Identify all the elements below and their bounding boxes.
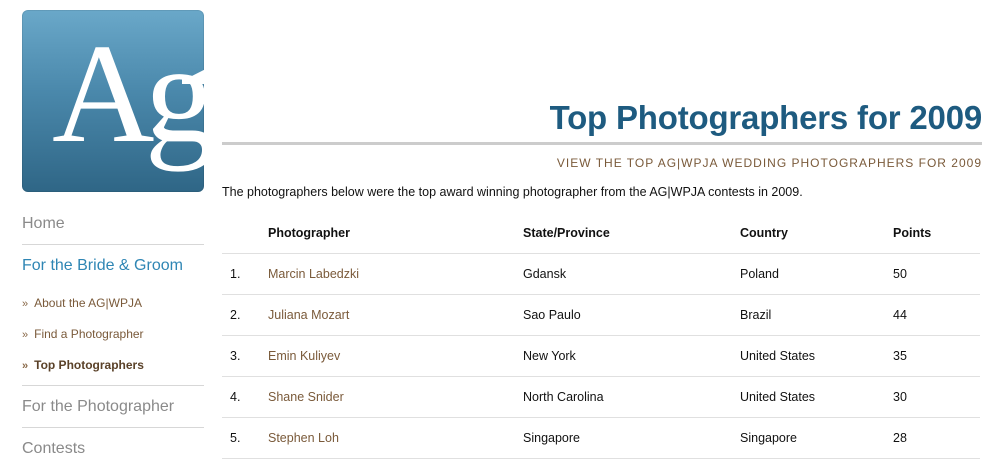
photographer-link[interactable]: Emin Kuliyev	[268, 349, 340, 363]
header-photographer: Photographer	[268, 213, 523, 254]
rank-cell: 1.	[222, 253, 268, 295]
page-title: Top Photographers for 2009	[549, 99, 983, 136]
points-cell: 50	[893, 253, 980, 295]
subnav-top-label: Top Photographers	[34, 358, 144, 372]
photographer-link[interactable]: Marcin Labedzki	[268, 267, 359, 281]
sidebar-nav: Home For the Bride & Groom » About the AG…	[22, 203, 204, 469]
state-cell: Sao Paulo	[523, 294, 740, 336]
subnav-find-photographer[interactable]: » Find a Photographer	[22, 319, 204, 350]
chevron-right-icon: »	[22, 329, 29, 341]
photographer-link[interactable]: Juliana Mozart	[268, 308, 349, 322]
photographer-cell: Emin Kuliyev	[268, 335, 523, 377]
table-row: 3. Emin Kuliyev New York United States 3…	[222, 335, 980, 377]
photographer-link[interactable]: Shane Snider	[268, 390, 344, 404]
points-cell: 28	[893, 417, 980, 459]
title-divider	[222, 142, 982, 145]
nav-bride-groom[interactable]: For the Bride & Groom	[22, 245, 204, 286]
points-cell: 35	[893, 335, 980, 377]
top-photographers-table: Photographer State/Province Country Poin…	[222, 213, 980, 459]
rank-cell: 3.	[222, 335, 268, 377]
country-cell: United States	[740, 335, 893, 377]
header-rank	[222, 213, 268, 254]
points-cell: 30	[893, 376, 980, 418]
photographer-cell: Shane Snider	[268, 376, 523, 418]
rank-cell: 2.	[222, 294, 268, 336]
table-row: 2. Juliana Mozart Sao Paulo Brazil 44	[222, 294, 980, 336]
points-cell: 44	[893, 294, 980, 336]
logo-bar-decoration	[182, 76, 204, 84]
country-cell: United States	[740, 376, 893, 418]
table-row: 4. Shane Snider North Carolina United St…	[222, 376, 980, 418]
nav-contests[interactable]: Contests	[22, 428, 204, 469]
subnav-about-label: About the AG|WPJA	[34, 296, 142, 310]
country-cell: Poland	[740, 253, 893, 295]
nav-home[interactable]: Home	[22, 203, 204, 245]
header-state: State/Province	[523, 213, 740, 254]
table-header-row: Photographer State/Province Country Poin…	[222, 213, 980, 254]
photographer-cell: Juliana Mozart	[268, 294, 523, 336]
country-cell: Brazil	[740, 294, 893, 336]
agwpja-logo[interactable]: Ag	[22, 10, 204, 192]
header-points: Points	[893, 213, 980, 254]
subnav-bride-groom: » About the AG|WPJA » Find a Photographer …	[22, 286, 204, 386]
rank-cell: 5.	[222, 417, 268, 459]
state-cell: New York	[523, 335, 740, 377]
state-cell: Gdansk	[523, 253, 740, 295]
subnav-find-label: Find a Photographer	[34, 327, 144, 341]
table-row: 5. Stephen Loh Singapore Singapore 28	[222, 417, 980, 459]
logo-text: Ag	[52, 14, 204, 172]
photographer-cell: Stephen Loh	[268, 417, 523, 459]
subnav-top-photographers[interactable]: » Top Photographers	[22, 350, 204, 381]
rank-cell: 4.	[222, 376, 268, 418]
state-cell: Singapore	[523, 417, 740, 459]
intro-text: The photographers below were the top awa…	[222, 185, 803, 199]
nav-for-photographer[interactable]: For the Photographer	[22, 386, 204, 428]
subnav-about[interactable]: » About the AG|WPJA	[22, 288, 204, 319]
state-cell: North Carolina	[523, 376, 740, 418]
photographer-cell: Marcin Labedzki	[268, 253, 523, 295]
photographer-link[interactable]: Stephen Loh	[268, 431, 339, 445]
subtitle-link[interactable]: VIEW THE TOP AG|WPJA WEDDING PHOTOGRAPHE…	[557, 156, 982, 170]
chevron-right-icon: »	[22, 298, 29, 310]
header-country: Country	[740, 213, 893, 254]
table-row: 1. Marcin Labedzki Gdansk Poland 50	[222, 253, 980, 295]
chevron-right-icon: »	[22, 360, 29, 372]
country-cell: Singapore	[740, 417, 893, 459]
page: Ag Home For the Bride & Groom » About the…	[0, 0, 1005, 469]
